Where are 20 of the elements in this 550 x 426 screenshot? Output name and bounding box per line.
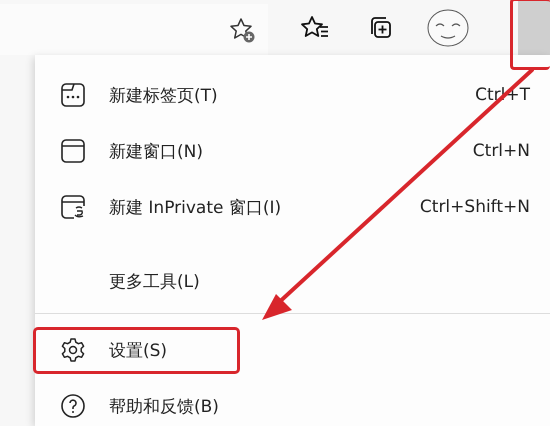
menu-item[interactable]: 新建窗口(N) Ctrl+N — [35, 123, 550, 179]
menu-item[interactable]: 新建 InPrivate 窗口(I) Ctrl+Shift+N — [35, 179, 550, 235]
menu-item-label: 新建标签页(T) — [109, 84, 218, 106]
menu-item-label: 新建窗口(N) — [109, 140, 203, 162]
shortcut-text: Ctrl+Shift+N — [420, 197, 530, 217]
new-tab-icon — [60, 82, 86, 108]
settings-icon — [60, 337, 86, 363]
help-icon — [60, 393, 86, 419]
avatar-icon[interactable] — [426, 8, 470, 48]
inprivate-window-icon — [60, 194, 86, 220]
menu-item-label: 新建 InPrivate 窗口(I) — [109, 196, 282, 218]
menu-item[interactable]: 帮助和反馈(B) — [35, 378, 550, 426]
menu-item-label: 帮助和反馈(B) — [109, 396, 219, 418]
menu-item[interactable]: 更多工具(L) — [35, 253, 550, 309]
add-favorite-icon[interactable] — [228, 16, 256, 44]
shortcut-text: Ctrl+N — [472, 141, 530, 161]
menu-item[interactable]: 设置(S) — [35, 322, 550, 378]
menu-item-label: 设置(S) — [109, 340, 168, 362]
window-icon — [60, 138, 86, 164]
menu-item-label: 更多工具(L) — [109, 270, 200, 292]
